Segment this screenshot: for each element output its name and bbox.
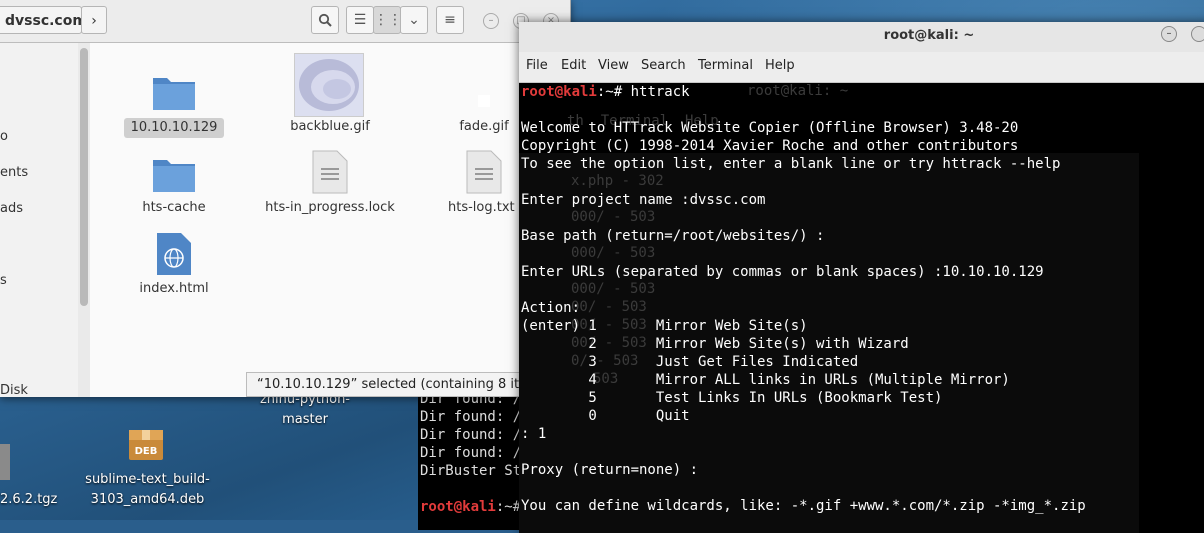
selection-status-bar: “10.10.10.129” selected (containing 8 it… — [246, 372, 556, 397]
desktop-item-tgz[interactable]: 2.6.2.tgz — [0, 490, 60, 510]
minimize-icon: – — [488, 15, 494, 26]
desktop-item-sublime-deb[interactable]: sublime-text_build- 3103_amd64.deb — [70, 470, 225, 510]
ghost-line: 000/ - 503 — [571, 245, 656, 261]
search-button[interactable] — [311, 6, 339, 34]
sidebar-item[interactable]: ents — [0, 165, 28, 180]
terminal-minimize-button[interactable]: – — [1161, 26, 1177, 42]
menu-view[interactable]: View — [598, 58, 629, 73]
file-item-hts-log[interactable]: hts-log.txt — [438, 150, 530, 220]
file-name: hts-in_progress.lock — [265, 200, 395, 215]
menu-terminal[interactable]: Terminal — [698, 58, 753, 73]
file-manager-toolbar: dvssc.com › ☰ ⋮⋮ ⌄ ≡ – □ × — [0, 0, 570, 43]
hamburger-menu-icon: ≡ — [444, 12, 456, 28]
archive-icon[interactable] — [0, 444, 10, 480]
window-title: root@kali: ~ — [883, 28, 975, 43]
ghost-line: x.php - 302 — [571, 173, 664, 189]
image-thumbnail — [294, 53, 364, 117]
file-name: hts-cache — [142, 200, 206, 215]
terminal-line: Enter URLs (separated by commas or blank… — [521, 264, 1044, 280]
menu-help[interactable]: Help — [765, 58, 795, 73]
menu-search[interactable]: Search — [641, 58, 686, 73]
terminal-window[interactable]: root@kali: ~ – File Edit View Search Ter… — [519, 22, 1204, 533]
terminal-line: Base path (return=/root/websites/) : — [521, 228, 825, 244]
image-icon — [299, 59, 359, 111]
minimize-icon: – — [1166, 28, 1172, 39]
terminal-line: 0 Quit — [521, 408, 690, 424]
terminal-line: 2 Mirror Web Site(s) with Wizard — [521, 336, 909, 352]
deb-package-icon[interactable]: DEB — [128, 426, 164, 462]
sidebar-item[interactable]: s — [0, 273, 7, 288]
terminal-line: 4 Mirror ALL links in URLs (Multiple Mir… — [521, 372, 1010, 388]
chevron-down-icon: ⌄ — [408, 12, 420, 28]
terminal-maximize-button[interactable] — [1191, 26, 1204, 42]
ghost-line: 000/ - 503 — [571, 281, 656, 297]
file-item-backblue[interactable]: backblue.gif — [270, 53, 390, 138]
terminal-titlebar: root@kali: ~ – — [519, 22, 1204, 52]
search-icon — [318, 13, 332, 27]
path-bar-button[interactable]: dvssc.com — [0, 6, 87, 34]
file-item-hts-cache[interactable]: hts-cache — [118, 150, 230, 220]
terminal-line: To see the option list, enter a blank li… — [521, 156, 1061, 172]
ghost-line: 00/ - 503 — [571, 299, 647, 315]
text-file-icon — [466, 150, 502, 194]
terminal-line: 3 Just Get Files Indicated — [521, 354, 859, 370]
terminal-line: Proxy (return=none) : — [521, 462, 699, 478]
path-forward-button[interactable]: › — [81, 6, 107, 34]
terminal-line: Copyright (C) 1998-2014 Xavier Roche and… — [521, 138, 1019, 154]
chevron-right-icon: › — [91, 13, 97, 29]
ghost-line: 000/ - 503 — [571, 209, 656, 225]
list-view-button[interactable]: ☰ — [346, 6, 374, 34]
terminal-line: Enter project name :dvssc.com — [521, 192, 766, 208]
terminal-line: Action: — [521, 300, 581, 316]
menu-file[interactable]: File — [526, 58, 548, 73]
terminal-line: : 1 — [521, 426, 547, 442]
file-item-fade[interactable]: fade.gif — [438, 95, 530, 140]
terminal-line: 5 Test Links In URLs (Bookmark Test) — [521, 390, 943, 406]
file-item-folder-selected[interactable]: 10.10.10.129 — [118, 68, 230, 140]
sidebar-item[interactable]: Disk — [0, 383, 28, 398]
grid-view-button[interactable]: ⋮⋮ — [373, 6, 402, 34]
file-item-hts-lock[interactable]: hts-in_progress.lock — [255, 150, 405, 220]
view-options-button[interactable]: ⌄ — [400, 6, 428, 34]
file-name: index.html — [139, 281, 209, 296]
file-name: backblue.gif — [290, 119, 370, 134]
deb-badge: DEB — [134, 446, 158, 457]
text-file-icon — [312, 150, 348, 194]
folder-icon — [153, 160, 195, 192]
file-manager-window[interactable]: dvssc.com › ☰ ⋮⋮ ⌄ ≡ – □ × o ents ads s … — [0, 0, 571, 398]
folder-icon — [153, 78, 195, 110]
file-name: hts-log.txt — [448, 200, 515, 215]
terminal-line: (enter) 1 Mirror Web Site(s) — [521, 318, 808, 334]
terminal-prompt-line: root@kali:~# httrack — [521, 84, 690, 100]
minimize-button[interactable]: – — [483, 13, 499, 29]
file-name: 10.10.10.129 — [124, 118, 224, 138]
sidebar-item[interactable]: o — [0, 129, 8, 144]
file-name: fade.gif — [459, 119, 509, 134]
image-icon — [478, 95, 490, 107]
grid-view-icon: ⋮⋮ — [374, 12, 402, 28]
sidebar-scrollbar-thumb[interactable] — [80, 48, 88, 306]
menu-button[interactable]: ≡ — [436, 6, 464, 34]
file-item-index-html[interactable]: index.html — [118, 230, 230, 300]
html-file-icon — [157, 233, 191, 275]
sidebar-item[interactable]: ads — [0, 201, 23, 216]
terminal-output[interactable]: root@kali: ~ th Terminal Help x.php - 30… — [519, 83, 1204, 533]
terminal-line: Welcome to HTTrack Website Copier (Offli… — [521, 120, 1019, 136]
ghost-line: root@kali: ~ — [747, 83, 849, 99]
menu-edit[interactable]: Edit — [561, 58, 586, 73]
places-sidebar: o ents ads s Disk — [0, 43, 79, 398]
list-view-icon: ☰ — [353, 12, 367, 28]
terminal-line: You can define wildcards, like: -*.gif +… — [521, 498, 1086, 514]
